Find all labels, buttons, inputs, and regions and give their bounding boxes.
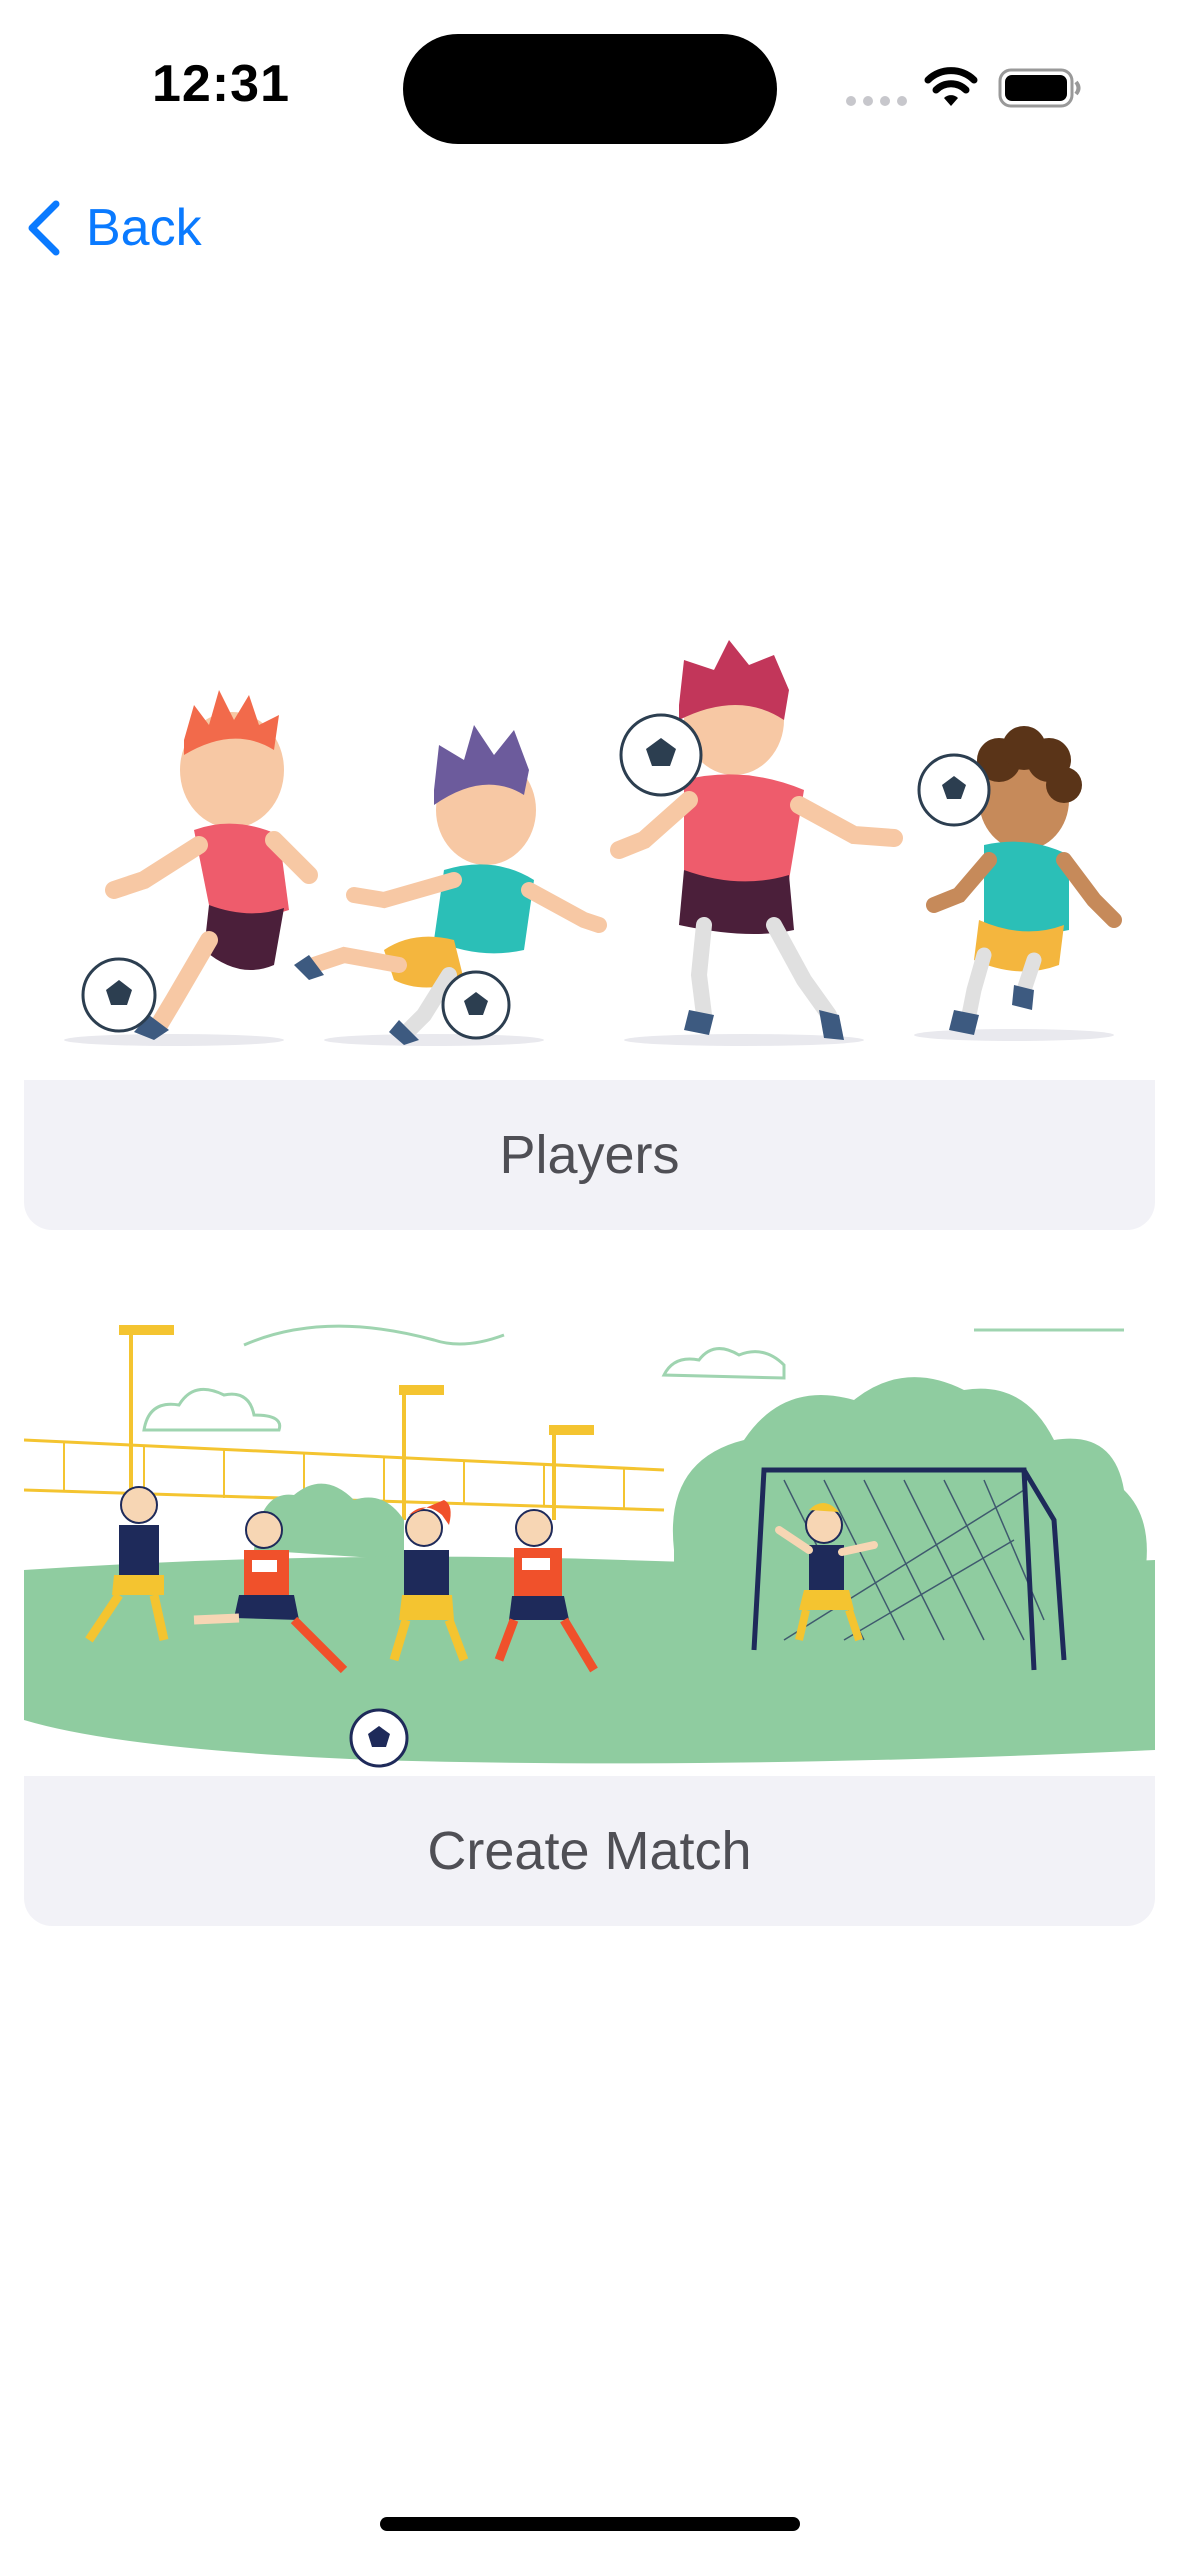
cellular-signal-icon [846, 96, 907, 106]
create-match-card[interactable]: Create Match [24, 1320, 1155, 1926]
back-label: Back [86, 199, 202, 257]
players-illustration [24, 620, 1155, 1080]
home-indicator[interactable] [380, 2517, 800, 2531]
players-label: Players [499, 1125, 680, 1185]
back-button[interactable]: Back [24, 190, 202, 266]
battery-icon [998, 68, 1081, 108]
create-match-label: Create Match [427, 1821, 752, 1881]
match-illustration [24, 1320, 1155, 1776]
status-bar: 12:31 [0, 0, 1179, 170]
status-time: 12:31 [152, 55, 290, 113]
players-label-bar: Players [24, 1080, 1155, 1230]
players-card[interactable]: Players [24, 620, 1155, 1230]
create-match-label-bar: Create Match [24, 1776, 1155, 1926]
dynamic-island [403, 34, 777, 144]
chevron-left-icon [28, 200, 60, 256]
wifi-icon [924, 67, 978, 106]
